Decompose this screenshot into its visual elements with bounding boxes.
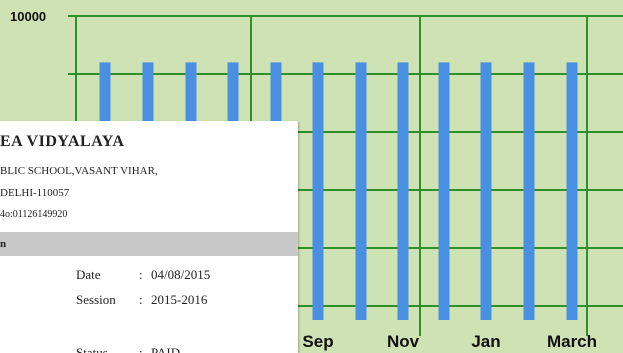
date-colon: : (139, 267, 143, 282)
x-tick-label: Nov (387, 332, 420, 351)
school-address-line1: BLIC SCHOOL,VASANT VIHAR, (0, 165, 158, 177)
bar (523, 62, 535, 321)
x-tick-label: Jan (471, 332, 500, 351)
status-value: PAID (151, 345, 181, 353)
bar (397, 62, 409, 321)
bar (566, 62, 578, 321)
fee-receipt-panel: EA VIDYALAYA BLIC SCHOOL,VASANT VIHAR, D… (0, 121, 298, 353)
school-address-line2: DELHI-110057 (0, 187, 70, 199)
session-colon: : (139, 292, 143, 307)
bar (480, 62, 492, 321)
date-label: Date (76, 267, 101, 282)
session-label: Session (76, 292, 116, 307)
x-tick-label: March (547, 332, 597, 351)
school-name: EA VIDYALAYA (0, 133, 125, 150)
status-label: Status (76, 345, 108, 353)
y-tick-label: 10000 (10, 9, 46, 24)
session-value: 2015-2016 (151, 292, 208, 307)
bar (312, 62, 324, 321)
receipt-header-band: n (0, 232, 298, 256)
date-value: 04/08/2015 (151, 267, 211, 282)
status-colon: : (139, 345, 143, 353)
school-phone: 4o:01126149920 (0, 209, 68, 220)
bar (438, 62, 450, 321)
bar (355, 62, 367, 321)
x-tick-label: Sep (302, 332, 333, 351)
